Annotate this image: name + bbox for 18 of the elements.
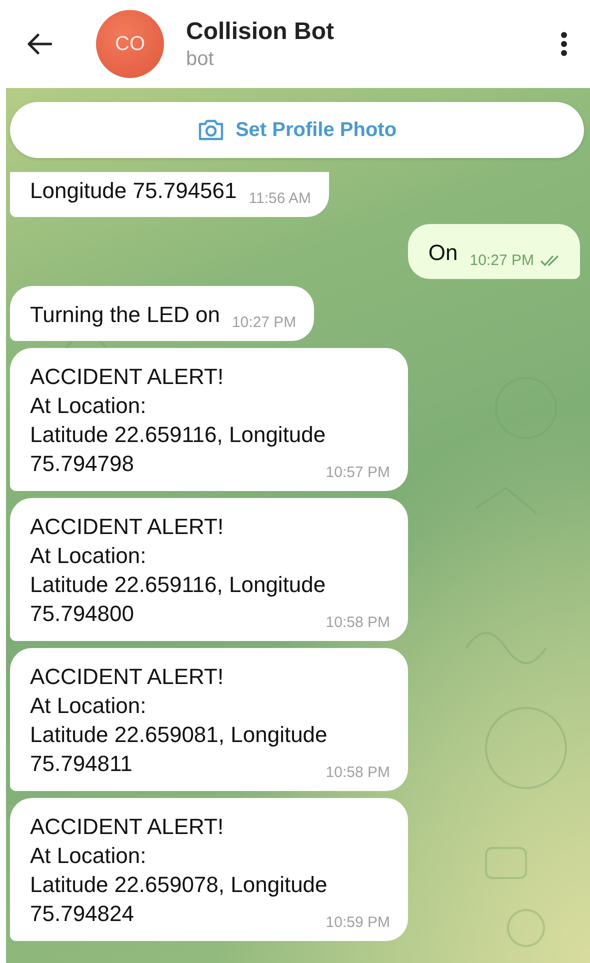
message-time: 10:27 PM bbox=[470, 252, 534, 269]
message-time: 10:57 PM bbox=[326, 464, 390, 481]
message-text: Turning the LED on bbox=[30, 301, 220, 329]
message-text: ACCIDENT ALERT! At Location: Latitude 22.659078, Longitude 75.794824 bbox=[30, 813, 328, 926]
chat-title: Collision Bot bbox=[186, 18, 335, 46]
message-time: 11:56 AM bbox=[248, 190, 312, 207]
set-profile-photo-button[interactable]: Set Profile Photo bbox=[10, 102, 584, 158]
message-time: 10:59 PM bbox=[326, 914, 390, 931]
message-time: 10:58 PM bbox=[326, 764, 390, 781]
message-text: ACCIDENT ALERT! At Location: Latitude 22.659116, Longitude 75.794800 bbox=[30, 513, 326, 628]
chat-subtitle: bot bbox=[186, 48, 215, 70]
message-text: ACCIDENT ALERT! At Location: Latitude 22.659081, Longitude 75.794811 bbox=[30, 663, 328, 776]
message-time: 10:27 PM bbox=[232, 314, 296, 331]
message-text: Longitude 75.794561 bbox=[30, 177, 237, 205]
message-time: 10:58 PM bbox=[326, 614, 390, 631]
message-text: On bbox=[428, 239, 458, 267]
avatar: CO bbox=[96, 10, 164, 78]
message-text: ACCIDENT ALERT! At Location: Latitude 22.659116, Longitude 75.794798 bbox=[30, 363, 326, 478]
